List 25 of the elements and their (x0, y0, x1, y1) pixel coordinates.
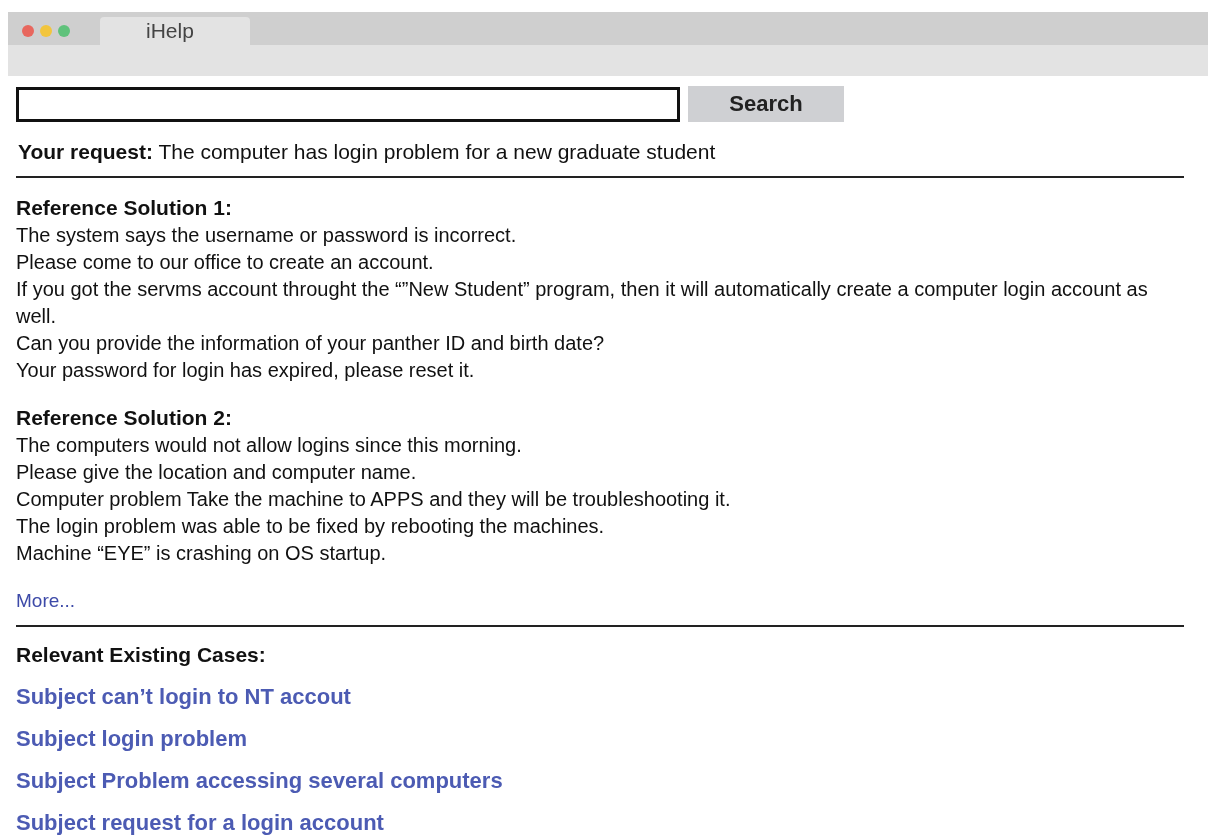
solution-heading: Reference Solution 2: (16, 405, 233, 431)
more-link[interactable]: More... (16, 587, 76, 615)
solution-line: Computer problem Take the machine to APPS and they will be troubleshooting it. (16, 487, 732, 512)
case-link[interactable]: Subject login problem (16, 725, 247, 753)
solution-line: Your password for login has expired, please reset it. (16, 358, 476, 383)
search-button[interactable]: Search (688, 86, 844, 122)
browser-tab[interactable]: iHelp (100, 17, 250, 45)
solution-line: The login problem was able to be fixed by rebooting the machines. (16, 514, 606, 539)
close-icon[interactable] (22, 25, 34, 37)
case-link[interactable]: Subject Problem accessing several computers (16, 767, 503, 795)
solution-line: Please come to our office to create an account. (16, 250, 435, 275)
minimize-icon[interactable] (40, 25, 52, 37)
cases-heading: Relevant Existing Cases: (16, 642, 267, 668)
search-field[interactable] (16, 86, 680, 122)
solution-line: Can you provide the information of your panther ID and birth date? (16, 331, 606, 356)
solution-line: If you got the servms account throught the “”New Student” program, then it will automatically create a computer login account as well. (16, 277, 1149, 329)
case-link[interactable]: Subject request for a login account (16, 809, 384, 837)
solution-line: The computers would not allow logins since this morning. (16, 433, 523, 458)
case-link[interactable]: Subject can’t login to NT accout (16, 683, 351, 711)
solution-line: Please give the location and computer name. (16, 460, 418, 485)
solution-line: The system says the username or password is incorrect. (16, 223, 518, 248)
maximize-icon[interactable] (58, 25, 70, 37)
solution-line: Machine “EYE” is crashing on OS startup. (16, 541, 388, 566)
request-text: Your request: The computer has login problem for a new graduate student (18, 139, 717, 165)
solution-heading: Reference Solution 1: (16, 195, 233, 221)
